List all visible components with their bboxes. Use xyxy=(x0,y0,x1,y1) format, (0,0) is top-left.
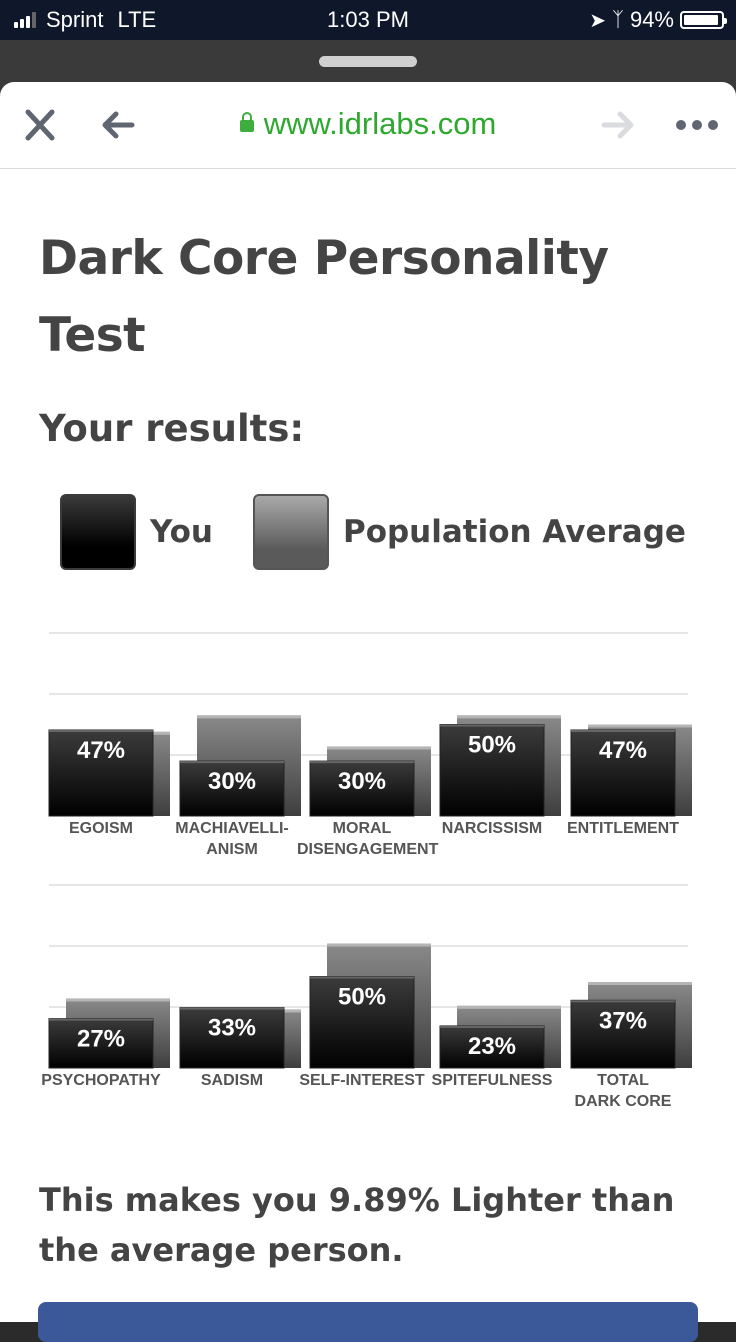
browser-toolbar: www.idrlabs.com xyxy=(0,82,736,169)
page-title: Dark Core Personality Test xyxy=(39,231,609,363)
you-bar-highlight xyxy=(310,976,414,979)
data-label: 23% xyxy=(468,1033,516,1060)
you-bar-highlight xyxy=(440,1025,544,1028)
population-bar-highlight xyxy=(327,746,431,750)
population-bar-highlight xyxy=(457,1005,561,1009)
population-bar-highlight xyxy=(66,998,170,1002)
x-tick-label: MACHIAVELLI- ANISM xyxy=(175,820,289,858)
x-tick-label: ENTITLEMENT xyxy=(567,820,679,837)
results-chart-1: 47% 30% 30% 50% 47% EGOISM MACHIAVELLI- ANISM M… xyxy=(0,618,736,858)
legend-label-population: Population Average xyxy=(342,514,686,550)
population-bar-highlight xyxy=(588,981,692,985)
population-bar-highlight xyxy=(457,715,561,719)
you-bar-highlight xyxy=(49,1018,153,1021)
sheet-grabber[interactable] xyxy=(319,56,417,67)
data-label: 50% xyxy=(468,732,516,759)
x-tick-label: SADISM xyxy=(200,1072,264,1089)
more-button[interactable] xyxy=(674,104,720,148)
summary-text: This makes you 9.89% Lighter than the av… xyxy=(39,1181,675,1269)
status-bar: Sprint LTE 1:03 PM ➤ ᛉ 94% xyxy=(0,0,736,40)
url-text: www.idrlabs.com xyxy=(263,106,497,141)
x-tick-label: SELF-INTEREST xyxy=(299,1072,425,1089)
data-label: 47% xyxy=(599,737,647,764)
you-bar-highlight xyxy=(571,729,675,732)
you-bar-highlight xyxy=(440,724,544,727)
data-label: 27% xyxy=(77,1026,125,1053)
results-heading: Your results: xyxy=(39,407,305,450)
x-tick-label: PSYCHOPATHY xyxy=(41,1072,161,1089)
x-tick-label: MORAL DISENGAGEMENT xyxy=(297,820,439,858)
you-bar-highlight xyxy=(49,729,153,732)
legend-swatch-you xyxy=(60,494,136,570)
more-icon xyxy=(676,120,718,130)
population-bar-highlight xyxy=(197,715,301,719)
population-bar-highlight xyxy=(588,724,692,728)
share-button[interactable] xyxy=(38,1302,698,1342)
data-label: 30% xyxy=(338,768,386,795)
population-bar-highlight xyxy=(327,943,431,947)
you-bar-highlight xyxy=(180,761,284,764)
results-chart-2: 27% 33% 50% 23% 37% PSYCHOPATHY SADISM SELF-INT… xyxy=(0,870,736,1110)
legend-label-you: You xyxy=(150,514,213,550)
data-label: 37% xyxy=(599,1007,647,1034)
data-label: 47% xyxy=(77,737,125,764)
battery-icon xyxy=(680,11,727,29)
lock-icon xyxy=(239,112,254,132)
battery-percent: 94% xyxy=(629,7,674,32)
bluetooth-icon: ᛉ xyxy=(611,8,624,31)
location-icon: ➤ xyxy=(589,9,606,32)
forward-arrow-icon xyxy=(601,111,634,139)
you-bar-highlight xyxy=(310,761,414,764)
chart-legend: You Population Average xyxy=(60,494,726,570)
data-label: 50% xyxy=(338,984,386,1011)
data-label: 33% xyxy=(208,1015,256,1042)
forward-button[interactable] xyxy=(600,104,636,148)
data-label: 30% xyxy=(208,768,256,795)
x-tick-label: EGOISM xyxy=(68,820,133,837)
browser-sheet: www.idrlabs.com Dark Core Personality Te… xyxy=(0,82,736,1342)
you-bar-highlight xyxy=(571,1000,675,1003)
x-tick-label: TOTAL DARK CORE xyxy=(574,1072,672,1110)
x-tick-label: NARCISSISM xyxy=(441,820,543,837)
legend-swatch-population xyxy=(252,494,329,570)
x-tick-label: SPITEFULNESS xyxy=(431,1072,553,1089)
you-bar-highlight xyxy=(180,1007,284,1010)
